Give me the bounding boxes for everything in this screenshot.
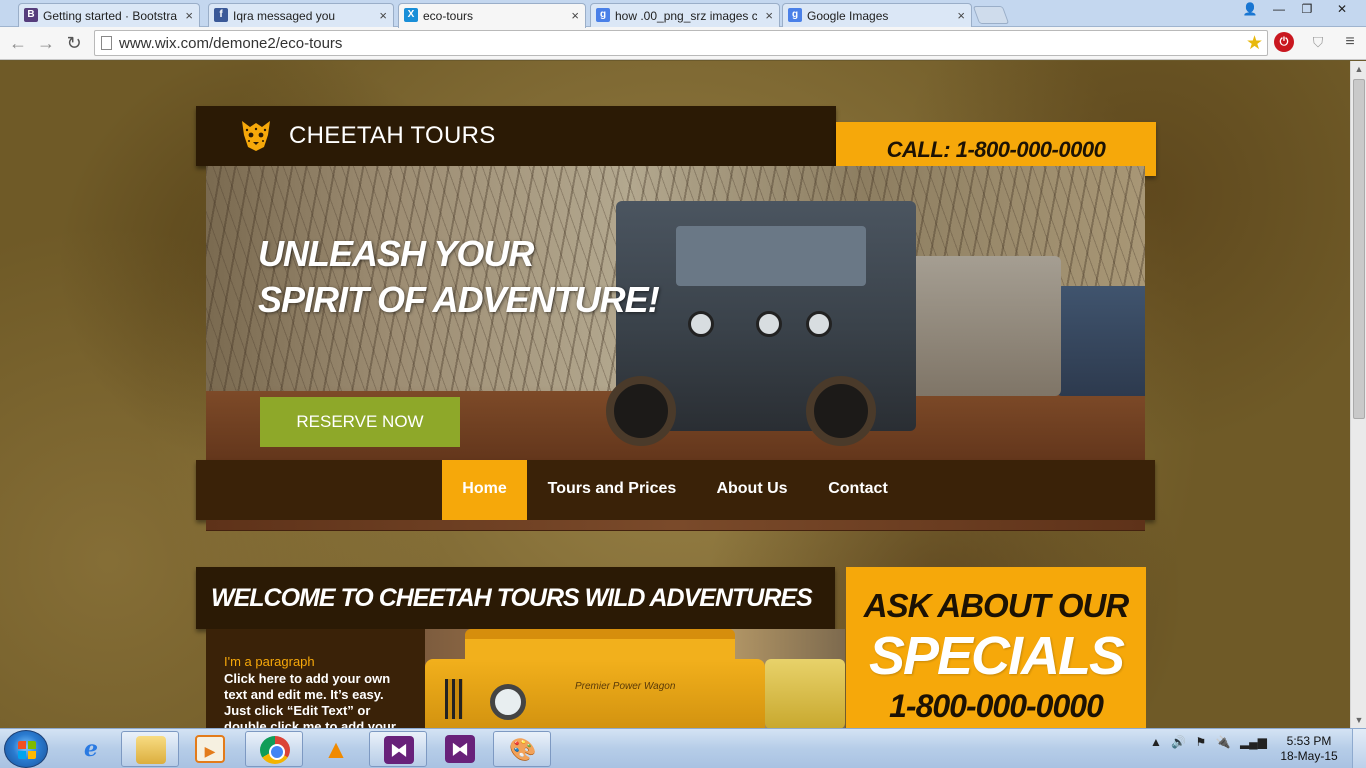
close-window-button[interactable]: ✕: [1322, 0, 1362, 18]
address-bar[interactable]: www.wix.com/demone2/eco-tours ★: [94, 30, 1268, 56]
reload-icon[interactable]: ↻: [62, 31, 86, 55]
scrollbar-thumb[interactable]: [1353, 79, 1365, 419]
tab-title: how .00_png_srz images c: [615, 9, 757, 23]
start-button[interactable]: [4, 730, 48, 768]
specials-box: ASK ABOUT OUR SPECIALS 1-800-000-0000: [846, 567, 1146, 728]
maximize-button[interactable]: ❐: [1294, 0, 1320, 18]
site-logo-text[interactable]: CHEETAH TOURS: [289, 122, 496, 150]
hero-truck-silver: [896, 256, 1061, 396]
volume-icon[interactable]: 🔊: [1171, 735, 1186, 749]
tab-close-icon[interactable]: ×: [957, 8, 965, 23]
paragraph-box: I'm a paragraph Click here to add your o…: [206, 629, 425, 728]
tab-google-search[interactable]: g how .00_png_srz images c ×: [590, 3, 780, 27]
jeep-photo: Premier Power Wagon: [425, 629, 845, 728]
browser-tab-strip: B Getting started · Bootstrap × f Iqra m…: [0, 0, 1366, 28]
browser-toolbar: ← → ↻ www.wix.com/demone2/eco-tours ★ ⏻ …: [0, 27, 1366, 60]
hero-truck-main: [606, 201, 916, 446]
bootstrap-favicon-icon: B: [24, 8, 38, 22]
specials-phone: 1-800-000-0000: [889, 688, 1104, 724]
taskbar-visual-studio-2[interactable]: ⧓: [431, 731, 489, 767]
action-center-flag-icon[interactable]: ⚑: [1196, 735, 1207, 749]
forward-arrow-icon[interactable]: →: [34, 31, 58, 55]
back-arrow-icon[interactable]: ←: [6, 31, 30, 55]
hero-headline-line-2: SPIRIT OF ADVENTURE!: [258, 279, 660, 320]
network-signal-icon[interactable]: ▂▄▆: [1240, 735, 1267, 749]
url-text[interactable]: www.wix.com/demone2/eco-tours: [119, 35, 342, 52]
paint-palette-icon: 🎨: [509, 737, 537, 762]
logo-bar: CHEETAH TOURS: [196, 106, 836, 166]
clock-time: 5:53 PM: [1286, 734, 1332, 748]
taskbar-media-player[interactable]: ▶: [181, 731, 239, 767]
menu-icon[interactable]: ≡: [1340, 32, 1360, 52]
taskbar-paint[interactable]: 🎨: [493, 731, 551, 767]
paragraph-title: I'm a paragraph: [224, 654, 315, 669]
taskbar-chrome[interactable]: [245, 731, 303, 767]
taskbar-visual-studio[interactable]: ⧓: [369, 731, 427, 767]
bookmark-star-icon[interactable]: ★: [1246, 32, 1263, 55]
taskbar-clock[interactable]: 5:53 PM 18-May-15: [1276, 734, 1342, 764]
tab-bootstrap[interactable]: B Getting started · Bootstrap ×: [18, 3, 200, 27]
call-phone-text: CALL: 1-800-000-0000: [886, 137, 1106, 162]
reserve-now-button[interactable]: RESERVE NOW: [260, 397, 460, 447]
jeep-brand-text: Premier Power Wagon: [575, 681, 676, 692]
power-icon[interactable]: 🔌: [1216, 735, 1231, 749]
scroll-down-arrow-icon[interactable]: ▼: [1354, 715, 1364, 725]
page-icon: [101, 36, 112, 50]
chrome-icon: [260, 736, 290, 764]
shield-extension-icon[interactable]: ⛉: [1308, 32, 1328, 52]
tab-title: eco-tours: [423, 9, 474, 23]
media-player-icon: ▶: [195, 735, 225, 763]
tab-title: Getting started · Bootstrap: [43, 9, 177, 23]
facebook-favicon-icon: f: [214, 8, 228, 22]
google-favicon-icon: g: [788, 8, 802, 22]
main-nav: Home Tours and Prices About Us Contact: [196, 460, 1155, 520]
tab-close-icon[interactable]: ×: [185, 8, 193, 23]
wix-favicon-icon: X: [404, 8, 418, 22]
windows-taskbar: e ▶ ▲ ⧓ ⧓ 🎨 ▲ 🔊 ⚑ 🔌 ▂▄▆ 5:53 PM 18-May-1…: [0, 728, 1366, 768]
tab-eco-tours[interactable]: X eco-tours ×: [398, 3, 586, 28]
welcome-heading: WELCOME TO CHEETAH TOURS WILD ADVENTURES: [211, 584, 813, 612]
paragraph-body: Click here to add your own text and edit…: [224, 671, 396, 728]
nav-strip-decoration: [206, 520, 1145, 530]
scroll-up-arrow-icon[interactable]: ▲: [1354, 64, 1364, 74]
specials-line-1: ASK ABOUT OUR: [863, 587, 1129, 624]
tab-close-icon[interactable]: ×: [571, 8, 579, 23]
nav-tours-and-prices[interactable]: Tours and Prices: [532, 460, 692, 520]
folder-icon: [136, 736, 166, 764]
taskbar-internet-explorer[interactable]: e: [62, 731, 120, 767]
tab-google-images[interactable]: g Google Images ×: [782, 3, 972, 27]
minimize-button[interactable]: —: [1266, 0, 1292, 18]
tab-facebook[interactable]: f Iqra messaged you ×: [208, 3, 394, 27]
tray-expand-arrow-icon[interactable]: ▲: [1150, 735, 1162, 749]
nav-about-us[interactable]: About Us: [702, 460, 802, 520]
visual-studio-icon: ⧓: [445, 735, 475, 763]
cheetah-logo-icon: [242, 121, 270, 151]
hero-headline: UNLEASH YOUR SPIRIT OF ADVENTURE!: [258, 231, 660, 323]
internet-explorer-icon: e: [84, 736, 98, 762]
clock-date: 18-May-15: [1280, 749, 1338, 763]
system-tray: ▲ 🔊 ⚑ 🔌 ▂▄▆: [1150, 735, 1273, 763]
specials-line-2: SPECIALS: [868, 626, 1125, 686]
taskbar-windows-explorer[interactable]: [121, 731, 179, 767]
tab-close-icon[interactable]: ×: [379, 8, 387, 23]
visual-studio-icon: ⧓: [384, 736, 414, 764]
tab-title: Iqra messaged you: [233, 9, 336, 23]
show-desktop-button[interactable]: [1352, 729, 1366, 768]
tab-title: Google Images: [807, 9, 889, 23]
user-profile-icon[interactable]: 👤: [1238, 0, 1262, 18]
hero-truck-blue: [1056, 286, 1145, 396]
google-favicon-icon: g: [596, 8, 610, 22]
taskbar-vlc[interactable]: ▲: [307, 731, 365, 767]
welcome-heading-bar: WELCOME TO CHEETAH TOURS WILD ADVENTURES: [196, 567, 835, 629]
windows-logo-icon: [18, 741, 36, 759]
nav-home[interactable]: Home: [442, 460, 527, 520]
nav-contact[interactable]: Contact: [812, 460, 904, 520]
page-scrollbar[interactable]: ▲ ▼: [1350, 61, 1366, 728]
vlc-cone-icon: ▲: [323, 734, 349, 764]
page-viewport: CHEETAH TOURS CALL: 1-800-000-0000 UNLEA…: [0, 61, 1350, 728]
new-tab-button[interactable]: [972, 6, 1010, 24]
stop-extension-icon[interactable]: ⏻: [1274, 32, 1294, 52]
tab-close-icon[interactable]: ×: [765, 8, 773, 23]
hero-headline-line-1: UNLEASH YOUR: [258, 233, 534, 274]
